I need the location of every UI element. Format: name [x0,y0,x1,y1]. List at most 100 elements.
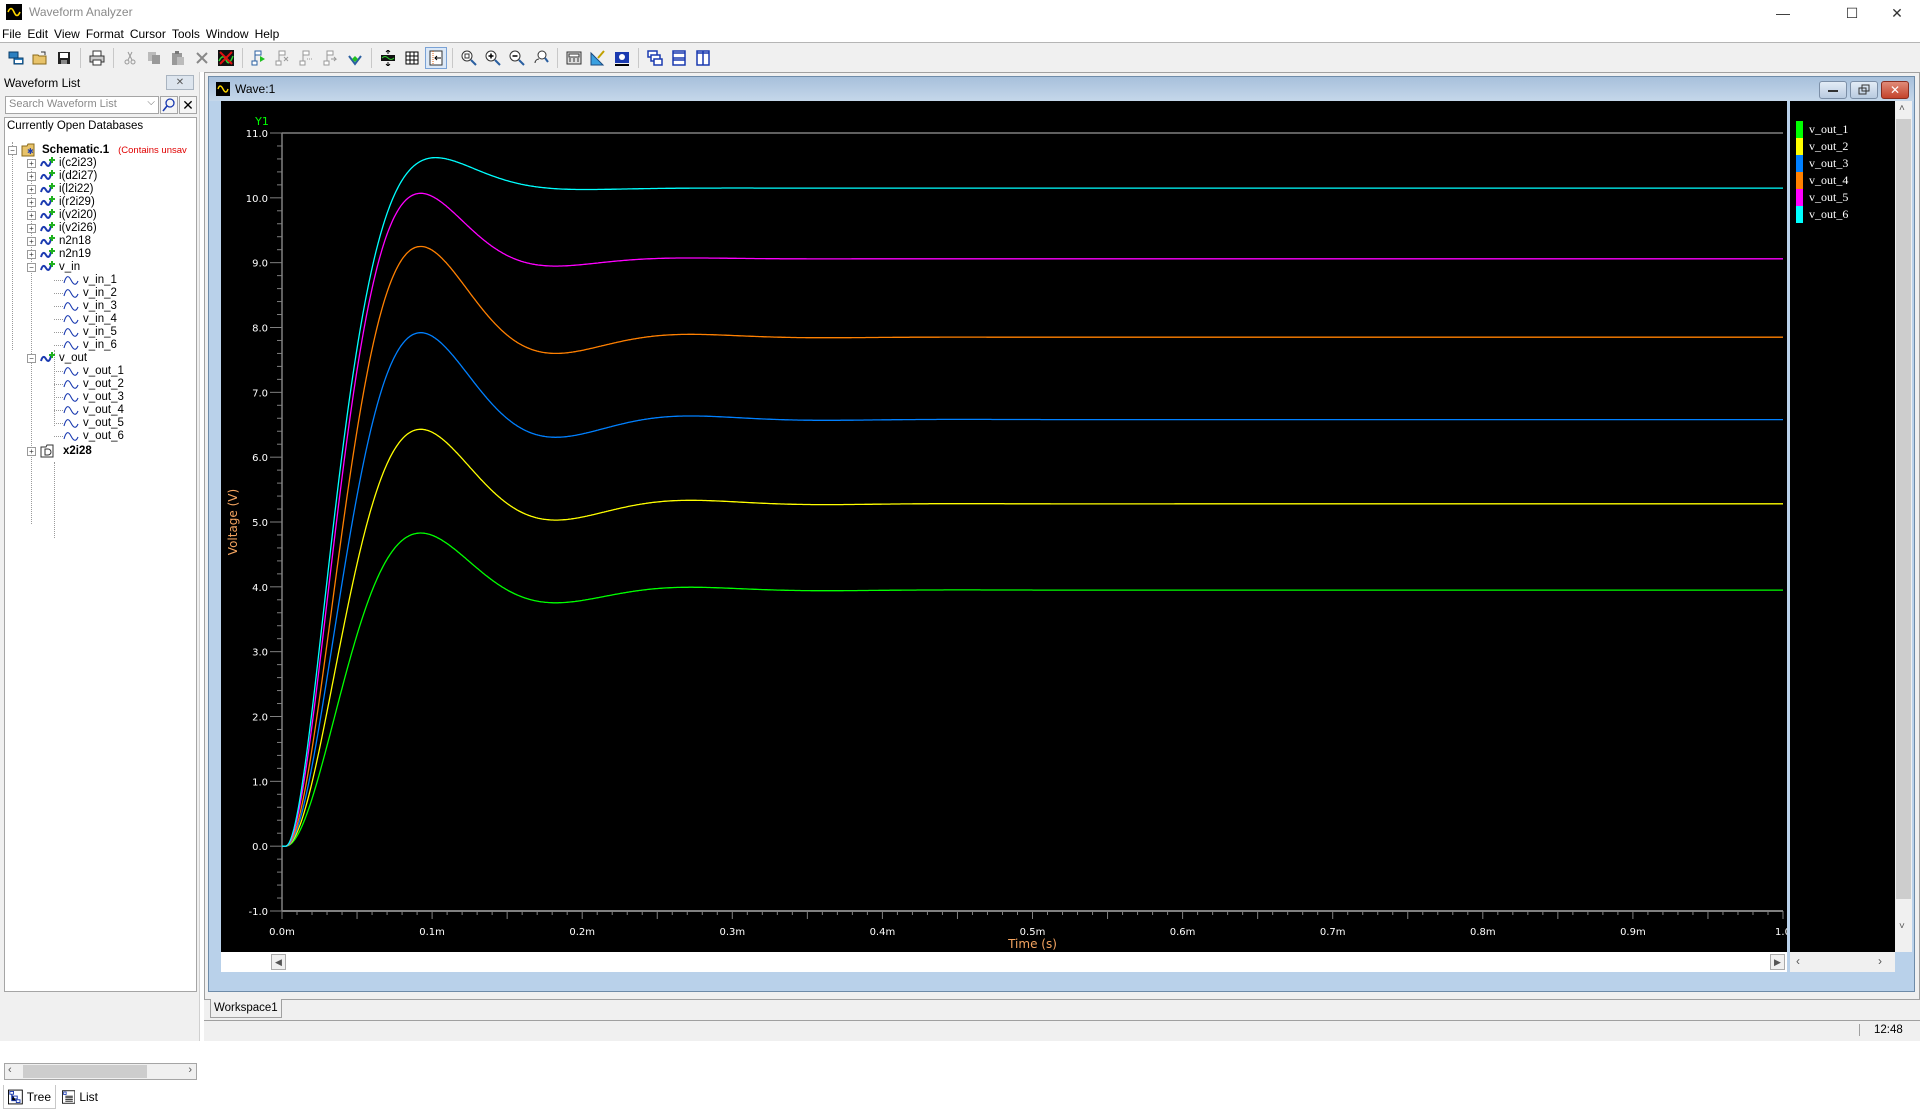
cut-button[interactable] [119,47,141,69]
minimize-button[interactable]: — [1760,0,1806,26]
zoom-undo-button[interactable] [530,47,552,69]
scroll-right-icon[interactable]: › [188,1064,192,1076]
menu-window[interactable]: Window [203,26,252,43]
scroll-thumb[interactable] [23,1065,147,1078]
expand-toggle[interactable]: + [27,197,36,207]
zoom-in-button[interactable] [482,47,504,69]
cascade-windows-button[interactable] [644,47,666,69]
add-waveform-button[interactable] [248,47,270,69]
new-window-button[interactable] [5,47,27,69]
scroll-left-icon[interactable]: ‹ [1796,954,1800,968]
legend-swatch [1796,206,1803,223]
scroll-down-icon[interactable]: ˅ [1899,921,1905,932]
menu-cursor[interactable]: Cursor [127,26,169,43]
save-button[interactable] [53,47,75,69]
measure-button[interactable] [587,47,609,69]
tile-horizontal-button[interactable] [668,47,690,69]
tree-horizontal-scrollbar[interactable]: ‹ › [4,1063,197,1080]
legend-swatch [1796,172,1803,189]
expand-toggle[interactable]: + [27,249,36,259]
copy-icon [148,51,160,64]
grid-button[interactable] [401,47,423,69]
legend-item[interactable]: v_out_4 [1796,172,1848,189]
move-waveform-left-button[interactable] [296,47,318,69]
expand-toggle[interactable]: + [27,210,36,220]
legend-horizontal-scrollbar[interactable]: ‹ › [1790,952,1895,972]
tab-list[interactable]: List [58,1085,102,1109]
tab-tree[interactable]: Tree [3,1085,56,1109]
legend: v_out_1 v_out_2 v_out_3 v_out_4 v_out_5 v_out… [1790,101,1895,952]
tree-subcircuit[interactable]: + x2i28 [27,443,92,459]
scroll-left-button[interactable]: ◀ [271,954,286,970]
legend-item[interactable]: v_out_1 [1796,121,1848,138]
menu-edit[interactable]: Edit [24,26,51,43]
menu-view[interactable]: View [51,26,83,43]
open-button[interactable] [29,47,51,69]
scroll-right-icon[interactable]: › [1878,954,1882,968]
scroll-up-icon[interactable]: ˄ [1899,103,1905,114]
close-icon: ✕ [175,77,185,88]
axis-waveform-button[interactable] [344,47,366,69]
search-button[interactable] [160,96,178,114]
chevron-down-icon[interactable]: ⌵ [147,97,155,108]
wave-minimize-button[interactable] [1819,81,1847,99]
move-waveform-right-button[interactable] [320,47,342,69]
delete-button[interactable] [191,47,213,69]
plot-horizontal-scrollbar[interactable]: ◀ ▶ [221,952,1787,972]
waveform-name: v_in_6 [83,339,117,351]
collapse-toggle[interactable]: − [8,145,17,155]
menu-tools[interactable]: Tools [169,26,203,43]
print-button[interactable] [86,47,108,69]
title-bar: Waveform Analyzer — ☐ ✕ [0,0,1920,26]
tab-workspace1[interactable]: Workspace1 [210,999,282,1018]
copy-button[interactable] [143,47,165,69]
collapse-toggle[interactable]: − [27,353,36,363]
expand-toggle[interactable]: + [27,171,36,181]
tree-header: Currently Open Databases [7,120,144,132]
calculator-button[interactable] [563,47,585,69]
cursor-toggle-button[interactable] [425,46,447,69]
legend-vertical-scrollbar[interactable]: ˄ ˅ [1895,101,1912,952]
clear-waveforms-button[interactable] [215,47,237,69]
x-tick-label: 0.8m [1470,927,1496,938]
waveform-search-input[interactable]: Search Waveform List ⌵ [5,96,159,114]
status-bar: 12:48 [204,1020,1920,1041]
y-tick-label: 1.0 [252,777,268,788]
fit-vertical-button[interactable] [377,47,399,69]
legend-item[interactable]: v_out_2 [1796,138,1848,155]
zoom-out-button[interactable] [506,47,528,69]
scroll-thumb[interactable] [1896,119,1911,899]
menu-file[interactable]: File [0,26,24,43]
search-icon [162,98,175,112]
legend-item[interactable]: v_out_5 [1796,189,1848,206]
menu-format[interactable]: Format [83,26,127,43]
legend-item[interactable]: v_out_3 [1796,155,1848,172]
close-button[interactable]: ✕ [1874,0,1920,26]
plot-area[interactable]: -1.0 0.0 1.0 2.0 3.0 4.0 5.0 6.0 7.0 8.0 9.0 10.0 11… [221,101,1791,952]
collapse-toggle[interactable]: − [27,262,36,272]
toolbar-separator [242,47,243,68]
x-tick-label: 0.4m [870,927,896,938]
add-waveform-icon [251,50,265,65]
expand-toggle[interactable]: + [27,158,36,168]
remove-waveform-button[interactable] [272,47,294,69]
wave-restore-button[interactable] [1850,81,1878,99]
wave-window-titlebar[interactable]: Wave:1 ✕ [209,77,1914,101]
clear-search-button[interactable]: ✕ [179,96,197,114]
scroll-left-icon[interactable]: ‹ [8,1064,12,1076]
tree-waveform[interactable]: v_out_6 [63,428,124,444]
tile-vertical-button[interactable] [692,47,714,69]
menu-help[interactable]: Help [252,26,283,43]
expand-toggle[interactable]: + [27,223,36,233]
waveform-list-close-button[interactable]: ✕ [166,75,194,90]
chart-settings-button[interactable] [611,47,633,69]
zoom-fit-button[interactable] [458,47,480,69]
legend-item[interactable]: v_out_6 [1796,206,1848,223]
expand-toggle[interactable]: + [27,236,36,246]
wave-close-button[interactable]: ✕ [1881,81,1909,99]
paste-button[interactable] [167,47,189,69]
scroll-right-button[interactable]: ▶ [1770,954,1785,970]
expand-toggle[interactable]: + [27,184,36,194]
expand-toggle[interactable]: + [27,446,36,456]
maximize-button[interactable]: ☐ [1829,0,1875,26]
